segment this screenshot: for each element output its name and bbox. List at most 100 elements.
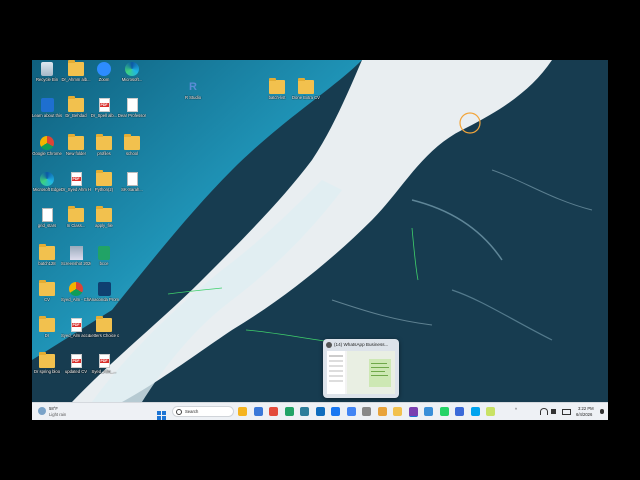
desktop-icon-zoom[interactable]: Zoom	[89, 62, 119, 82]
desktop-icon-label: Dr spring bloo	[33, 369, 61, 374]
desktop-icon-folder-new[interactable]: New folder	[61, 134, 91, 156]
file-icon	[41, 208, 53, 222]
taskbar-app-icon[interactable]	[424, 407, 433, 416]
desktop-icon-grid-stars[interactable]: grid_stars	[32, 208, 62, 228]
desktop-icon-label: Dear Professor	[117, 113, 147, 118]
desktop-icon-label: Google Chrome	[32, 151, 62, 156]
desktop-icon-folder-python[interactable]: Python(2)	[89, 170, 119, 192]
desktop-icon-folder-cv[interactable]: CV	[32, 280, 62, 302]
network-icon[interactable]	[540, 408, 548, 415]
taskbar: 58°F Light rain Search ^ 3:22 PM 6/4/202…	[32, 402, 608, 420]
desktop-icon-screenshot[interactable]: Screenshot 2026-05...	[61, 246, 91, 266]
chevron-up-icon[interactable]: ^	[515, 407, 517, 412]
desktop-screen: Recycle Bin Dr_Ahmm alb... Zoom Microsoft..…	[32, 60, 608, 420]
desktop-icon-label: Microsoft Edge	[33, 187, 61, 192]
desktop-icon-label: Dr_Behdad	[65, 113, 87, 118]
desktop-icon-label: Screenshot 2026-05...	[61, 261, 91, 266]
taskbar-app-icon[interactable]	[393, 407, 402, 416]
desktop-icon-pdf-updated-cv[interactable]: updated CV	[61, 354, 91, 374]
desktop-icon-file-sk-sarah[interactable]: SK-Sarah...	[117, 172, 147, 192]
desktop-icon-folder-letters[interactable]: Letters Choice of F...	[89, 316, 119, 338]
desktop-icon-label: In Class...	[66, 223, 86, 228]
pdf-icon	[70, 318, 82, 332]
desktop-icon-label: CV	[44, 297, 50, 302]
desktop-icon-microsoft-edge[interactable]: Microsoft Edge	[32, 172, 62, 192]
folder-icon	[298, 78, 314, 94]
desktop-icon-recycle-bin[interactable]: Recycle Bin	[32, 62, 62, 82]
taskbar-app-icon[interactable]	[238, 407, 247, 416]
desktop-icon-folder-dr-behdad[interactable]: Dr_Behdad	[61, 96, 91, 118]
desktop-icon-folder-done-extra[interactable]: Done Extra CV	[291, 78, 321, 100]
taskbar-app-icon[interactable]	[315, 407, 325, 416]
preview-title: (14) WhatsApp Business...	[334, 342, 389, 347]
desktop-icon-label: Dr	[44, 333, 50, 338]
taskbar-app-icon[interactable]	[284, 407, 294, 416]
volume-icon[interactable]	[551, 409, 556, 414]
desktop-icon-label: Learn about this picture	[32, 113, 62, 118]
desktop-icon-folder-in-class[interactable]: In Class...	[61, 206, 91, 228]
desktop-icon-pdf-syed-alm[interactable]: Syed_Alm_...	[89, 354, 119, 374]
desktop-icon-folder-apply[interactable]: apply_file	[89, 206, 119, 228]
desktop-icon-excel-bcce[interactable]: bcce	[89, 246, 119, 266]
weather-icon[interactable]	[38, 407, 46, 415]
folder-icon	[96, 206, 112, 222]
taskbar-app-icon[interactable]	[331, 407, 340, 416]
desktop-icon-pdf-syed-alm-acc[interactable]: Syed_Alm accumulation...	[61, 318, 91, 338]
pdf-icon	[98, 354, 110, 368]
excel-icon	[98, 246, 110, 260]
r-icon: R	[189, 81, 197, 93]
desktop-icon-label: grid_stars	[37, 223, 57, 228]
desktop-icon-folder-school[interactable]: school	[117, 134, 147, 156]
taskbar-app-icon[interactable]	[253, 407, 263, 416]
taskbar-app-icon[interactable]	[439, 407, 449, 416]
search-box[interactable]: Search	[172, 406, 234, 417]
desktop-icon-folder-dr-spring[interactable]: Dr spring bloo	[32, 352, 62, 374]
desktop-icon-folder-batch-list[interactable]: batch-list	[262, 78, 292, 100]
desktop-icon-label: Zoom	[98, 77, 110, 82]
app-icon	[40, 98, 54, 112]
desktop-icon-pdf-dr-syed[interactable]: Dr_Syed Ahm Hussain	[61, 172, 91, 192]
desktop-icon-label: R Studio	[184, 95, 202, 100]
start-icon[interactable]	[157, 407, 166, 420]
taskbar-app-icon[interactable]	[486, 407, 495, 416]
desktop-icon-pdf-dr-spell[interactable]: Dr_Spell alb...	[89, 98, 119, 118]
desktop-icon-google-chrome[interactable]: Google Chrome	[32, 136, 62, 156]
taskbar-app-icon[interactable]	[455, 407, 464, 416]
desktop-icon-label: profiles	[97, 151, 111, 156]
weather-desc[interactable]: Light rain	[49, 412, 66, 417]
chrome-icon	[69, 282, 83, 296]
taskbar-app-icon[interactable]	[346, 407, 356, 416]
file-icon	[126, 172, 138, 186]
notification-icon[interactable]	[600, 409, 604, 414]
desktop-icon-label: Dr_Ahmm alb...	[61, 77, 91, 82]
taskbar-app-icon[interactable]	[362, 407, 371, 416]
weather-temp[interactable]: 58°F	[49, 406, 58, 411]
desktop-icon-dear-professor[interactable]: Dear Professor	[117, 98, 147, 118]
desktop-icon-r-studio[interactable]: R R Studio	[178, 80, 208, 100]
battery-icon[interactable]	[562, 409, 571, 415]
clock-date[interactable]: 6/4/2026	[576, 412, 592, 417]
desktop-icon-label: Microsoft...	[121, 77, 143, 82]
desktop-icon-folder-dr-admin[interactable]: Dr_Ahmm alb...	[61, 60, 91, 82]
doc-icon	[126, 98, 138, 112]
desktop-icon-folder-dr[interactable]: Dr	[32, 316, 62, 338]
desktop-icon-learn-about[interactable]: Learn about this picture	[32, 98, 62, 118]
clock-time[interactable]: 3:22 PM	[578, 406, 594, 411]
taskbar-app-icon[interactable]	[377, 407, 387, 416]
preview-thumbnail[interactable]	[327, 351, 395, 394]
desktop-icon-folder-batch[interactable]: batch128	[32, 244, 62, 266]
desktop-icon-label: batch128	[38, 261, 56, 266]
desktop-icon-edge-a[interactable]: Microsoft...	[117, 62, 147, 82]
desktop-icon-label: Recycle Bin	[35, 77, 59, 82]
taskbar-app-icon[interactable]	[300, 407, 309, 416]
desktop-icon-anaconda[interactable]: Anaconda Prompt (ana...)	[89, 282, 119, 302]
whatsapp-preview-window[interactable]: (14) WhatsApp Business...	[323, 339, 399, 398]
taskbar-app-icon[interactable]	[269, 407, 278, 416]
desktop-icon-label: Syed_Alm - Chrome	[61, 297, 91, 302]
desktop-icon-label: school	[125, 151, 139, 156]
desktop-icon-label: bcce	[99, 261, 109, 266]
desktop-icon-folder-profiles[interactable]: profiles	[89, 134, 119, 156]
taskbar-app-icon[interactable]	[408, 407, 418, 417]
desktop-icon-chrome-syed[interactable]: Syed_Alm - Chrome	[61, 282, 91, 302]
taskbar-app-icon[interactable]	[470, 407, 480, 416]
